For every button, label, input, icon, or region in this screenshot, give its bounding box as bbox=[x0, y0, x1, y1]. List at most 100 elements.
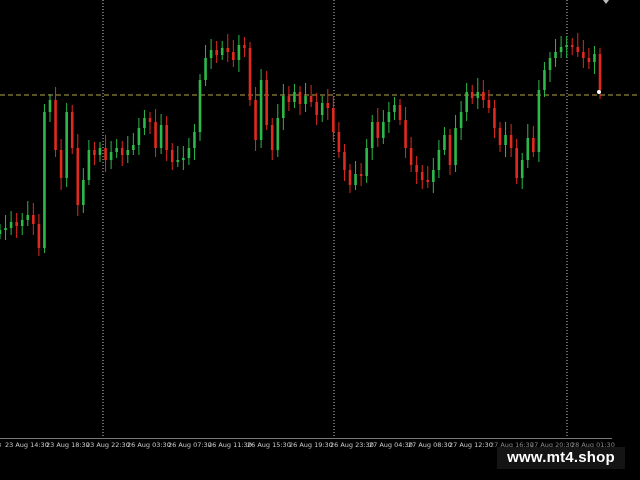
candle-body bbox=[459, 112, 463, 128]
candle-body bbox=[570, 45, 574, 47]
candle-body bbox=[148, 118, 152, 122]
candle-body bbox=[287, 96, 291, 102]
candle-body bbox=[237, 45, 241, 60]
candle-body bbox=[348, 170, 352, 185]
candle-body bbox=[4, 228, 7, 230]
candle-body bbox=[565, 45, 568, 47]
candle-body bbox=[520, 160, 524, 178]
candle-body bbox=[304, 96, 307, 104]
candle-body bbox=[343, 152, 346, 170]
candle-body bbox=[259, 80, 263, 140]
candle-body bbox=[576, 47, 580, 52]
candle-body bbox=[443, 135, 446, 150]
candle-body bbox=[543, 70, 546, 90]
candle-body bbox=[332, 108, 335, 132]
time-tick-label: 8 bbox=[0, 441, 1, 449]
candle-body bbox=[276, 118, 280, 150]
candle-body bbox=[537, 90, 541, 152]
candle-body bbox=[593, 54, 596, 62]
chart-canvas[interactable] bbox=[0, 0, 640, 440]
candle-body bbox=[532, 138, 535, 152]
candle-body bbox=[37, 224, 41, 248]
time-tick-label: 26 Aug 03:30 bbox=[127, 441, 171, 449]
time-tick-label: 26 Aug 11:30 bbox=[208, 441, 252, 449]
candle-body bbox=[48, 100, 52, 112]
candle-body bbox=[487, 100, 491, 108]
candle-body bbox=[326, 103, 330, 108]
candle-body bbox=[0, 230, 2, 234]
candle-body bbox=[393, 105, 396, 112]
price-chart[interactable] bbox=[0, 0, 640, 440]
candle-body bbox=[515, 148, 518, 178]
candle-body bbox=[87, 150, 91, 180]
candle-body bbox=[415, 165, 418, 172]
candle-body bbox=[298, 92, 302, 104]
time-tick-label: 27 Aug 12:30 bbox=[449, 441, 493, 449]
candle-body bbox=[470, 92, 474, 98]
candle-body bbox=[382, 122, 385, 138]
candle-body bbox=[93, 150, 96, 155]
candle-body bbox=[365, 148, 368, 176]
candle-body bbox=[109, 152, 113, 160]
candle-body bbox=[209, 50, 213, 58]
candle-body bbox=[9, 222, 13, 228]
time-tick-label: 26 Aug 07:30 bbox=[168, 441, 212, 449]
candle-body bbox=[409, 148, 413, 165]
candle-body bbox=[370, 122, 374, 148]
candle-body bbox=[170, 150, 174, 162]
time-tick-label: 26 Aug 23:30 bbox=[330, 441, 374, 449]
candle-body bbox=[115, 148, 118, 152]
candle-body bbox=[26, 215, 30, 220]
candle-body bbox=[315, 102, 318, 115]
candle-body bbox=[176, 160, 180, 162]
candle-body bbox=[465, 92, 468, 112]
candle-body bbox=[82, 180, 85, 205]
candle-body bbox=[482, 92, 485, 100]
candle-body bbox=[120, 148, 124, 155]
candle-body bbox=[420, 172, 424, 180]
candle-body bbox=[98, 148, 102, 155]
chart-shift-arrow-icon[interactable] bbox=[603, 0, 609, 4]
candle-body bbox=[76, 148, 80, 205]
candle-body bbox=[509, 135, 513, 148]
candle-body bbox=[282, 96, 285, 118]
candle-body bbox=[182, 158, 185, 160]
candle-body bbox=[165, 125, 168, 150]
candle-body bbox=[215, 50, 218, 55]
candle-body bbox=[104, 148, 107, 160]
candle-body bbox=[220, 48, 224, 55]
candle-body bbox=[243, 45, 246, 48]
candles bbox=[0, 33, 602, 256]
candle-body bbox=[476, 92, 480, 98]
candle-body bbox=[437, 150, 441, 170]
candle-body bbox=[226, 48, 230, 52]
candle-body bbox=[354, 174, 357, 185]
candle-body bbox=[198, 80, 202, 132]
candle-body bbox=[309, 96, 313, 102]
candle-body bbox=[376, 122, 380, 138]
candle-body bbox=[204, 58, 207, 80]
candle-body bbox=[554, 52, 557, 58]
time-tick-label: 26 Aug 15:30 bbox=[247, 441, 291, 449]
candle-body bbox=[548, 58, 552, 70]
candle-body bbox=[320, 103, 324, 115]
time-tick-label: 23 Aug 14:30 bbox=[5, 441, 49, 449]
candle-body bbox=[337, 132, 341, 152]
candle-body bbox=[293, 92, 296, 102]
candle-body bbox=[404, 120, 407, 148]
candle-body bbox=[398, 105, 402, 120]
candle-body bbox=[448, 135, 452, 165]
candle-body bbox=[126, 150, 130, 155]
candle-body bbox=[20, 220, 24, 226]
candle-body bbox=[454, 128, 457, 165]
candle-body bbox=[254, 100, 257, 140]
candle-body bbox=[137, 128, 141, 145]
candle-body bbox=[426, 180, 430, 182]
candle-body bbox=[387, 112, 391, 122]
candle-body bbox=[70, 112, 74, 148]
time-tick-label: 27 Aug 04:30 bbox=[369, 441, 413, 449]
candle-body bbox=[159, 125, 163, 148]
candle-body bbox=[32, 215, 35, 224]
candle-body bbox=[232, 52, 235, 60]
candle-body bbox=[43, 112, 46, 248]
